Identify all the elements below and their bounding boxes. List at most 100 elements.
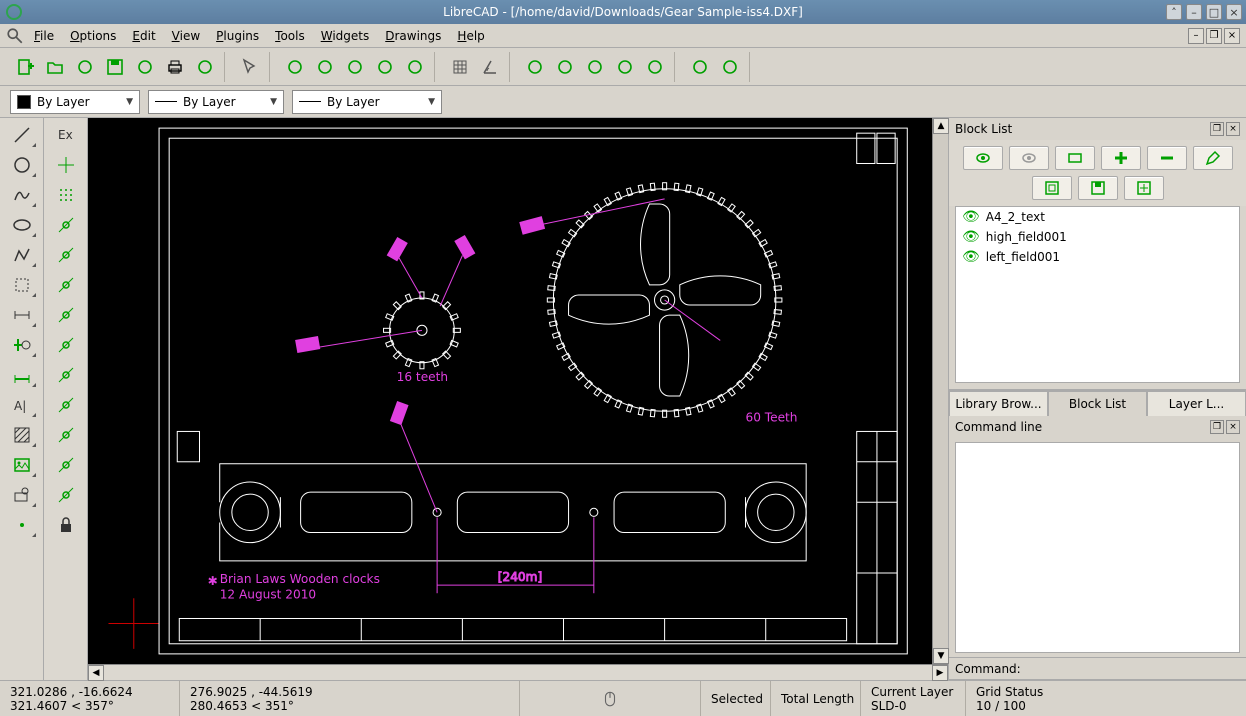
save-button[interactable] <box>102 54 128 80</box>
menu-help[interactable]: Help <box>449 27 492 45</box>
block-item[interactable]: 👁high_field001 <box>956 227 1239 247</box>
mdi-minimize-button[interactable]: – <box>1188 28 1204 44</box>
select-tool[interactable] <box>7 272 37 298</box>
snap-distance-button[interactable] <box>51 332 81 358</box>
break-button[interactable] <box>612 54 638 80</box>
dimension-tool[interactable] <box>7 302 37 328</box>
print-button[interactable] <box>162 54 188 80</box>
undo-button[interactable] <box>522 54 548 80</box>
join-button[interactable] <box>642 54 668 80</box>
pointer-button[interactable] <box>237 54 263 80</box>
text-tool[interactable]: A| <box>7 392 37 418</box>
snap-middle-button[interactable] <box>51 302 81 328</box>
snap-endpoint-button[interactable] <box>51 212 81 238</box>
zoom-extents-button[interactable] <box>342 54 368 80</box>
panel-close-button[interactable]: × <box>1226 420 1240 434</box>
restrict-nothing-button[interactable] <box>51 392 81 418</box>
scroll-track[interactable] <box>933 134 948 648</box>
mdi-restore-button[interactable]: ❐ <box>1206 28 1222 44</box>
redo-button[interactable] <box>552 54 578 80</box>
scroll-up-button[interactable]: ▲ <box>933 118 949 134</box>
menu-view[interactable]: View <box>164 27 208 45</box>
snap-intersection-button[interactable] <box>51 362 81 388</box>
block-tool[interactable] <box>7 482 37 508</box>
block-save-button[interactable] <box>1078 176 1118 200</box>
scroll-left-button[interactable]: ◀ <box>88 665 104 681</box>
command-input[interactable] <box>1025 662 1240 676</box>
drawing-canvas[interactable]: 60 Teeth 16 teeth <box>88 118 948 664</box>
menu-widgets[interactable]: Widgets <box>313 27 378 45</box>
block-hide-all-button[interactable] <box>1009 146 1049 170</box>
block-edit-button[interactable] <box>1193 146 1233 170</box>
grid-button[interactable] <box>447 54 473 80</box>
zoom-redraw-button[interactable] <box>402 54 428 80</box>
image-tool[interactable] <box>7 452 37 478</box>
block-layout-button[interactable] <box>1032 176 1072 200</box>
hatch-tool[interactable] <box>7 422 37 448</box>
ortho-button[interactable] <box>477 54 503 80</box>
command-log[interactable] <box>955 442 1240 653</box>
window-close-button[interactable]: × <box>1226 4 1242 20</box>
lock-button[interactable] <box>51 512 81 538</box>
measure-button[interactable] <box>687 54 713 80</box>
menu-file[interactable]: File <box>26 27 62 45</box>
block-item[interactable]: 👁left_field001 <box>956 247 1239 267</box>
tab-layer-list[interactable]: Layer L... <box>1147 391 1246 416</box>
block-remove-button[interactable] <box>1147 146 1187 170</box>
linewidth-combo[interactable]: By Layer ▼ <box>148 90 284 114</box>
window-minimize-button[interactable]: – <box>1186 4 1202 20</box>
block-show-all-button[interactable] <box>963 146 1003 170</box>
curve-tool[interactable] <box>7 182 37 208</box>
restrict-horizontal-button[interactable] <box>51 422 81 448</box>
new-button[interactable] <box>12 54 38 80</box>
snap-grid-button[interactable] <box>51 182 81 208</box>
vertical-scrollbar[interactable]: ▲ ▼ <box>932 118 948 664</box>
snap-free-button[interactable] <box>51 152 81 178</box>
block-create-button[interactable] <box>1055 146 1095 170</box>
move-button[interactable] <box>582 54 608 80</box>
window-maximize-button[interactable]: □ <box>1206 4 1222 20</box>
point-tool[interactable] <box>7 512 37 538</box>
panel-close-button[interactable]: × <box>1226 122 1240 136</box>
snap-center-button[interactable] <box>51 272 81 298</box>
circle-tool[interactable] <box>7 152 37 178</box>
recent-button[interactable] <box>72 54 98 80</box>
menu-edit[interactable]: Edit <box>124 27 163 45</box>
panel-undock-button[interactable]: ❐ <box>1210 420 1224 434</box>
line-tool[interactable] <box>7 122 37 148</box>
zoom-prev-button[interactable] <box>372 54 398 80</box>
menu-options[interactable]: Options <box>62 27 124 45</box>
color-combo[interactable]: By Layer ▼ <box>10 90 140 114</box>
polyline-tool[interactable] <box>7 242 37 268</box>
sync-button[interactable] <box>717 54 743 80</box>
block-list[interactable]: 👁A4_2_text👁high_field001👁left_field001 <box>955 206 1240 383</box>
linetype-combo[interactable]: By Layer ▼ <box>292 90 442 114</box>
menu-drawings[interactable]: Drawings <box>377 27 449 45</box>
relative-zero-button[interactable] <box>51 482 81 508</box>
block-insert-button[interactable] <box>1124 176 1164 200</box>
saveas-button[interactable] <box>132 54 158 80</box>
scroll-right-button[interactable]: ▶ <box>932 665 948 681</box>
block-add-button[interactable] <box>1101 146 1141 170</box>
menu-search-icon[interactable] <box>6 27 24 45</box>
horizontal-scrollbar[interactable]: ◀ ▶ <box>88 664 948 680</box>
open-button[interactable] <box>42 54 68 80</box>
scroll-down-button[interactable]: ▼ <box>933 648 949 664</box>
panel-undock-button[interactable]: ❐ <box>1210 122 1224 136</box>
menu-plugins[interactable]: Plugins <box>208 27 267 45</box>
printpreview-button[interactable] <box>192 54 218 80</box>
ellipse-tool[interactable] <box>7 212 37 238</box>
zoom-pan-button[interactable] <box>312 54 338 80</box>
exclusive-button[interactable]: Ex <box>51 122 81 148</box>
menu-tools[interactable]: Tools <box>267 27 313 45</box>
restrict-vertical-button[interactable] <box>51 452 81 478</box>
window-minimize2-button[interactable]: ˄ <box>1166 4 1182 20</box>
measure-tool[interactable] <box>7 362 37 388</box>
tab-block-list[interactable]: Block List <box>1048 391 1147 416</box>
mdi-close-button[interactable]: × <box>1224 28 1240 44</box>
modify-tool[interactable] <box>7 332 37 358</box>
block-item[interactable]: 👁A4_2_text <box>956 207 1239 227</box>
zoom-window-button[interactable] <box>282 54 308 80</box>
tab-library-browser[interactable]: Library Brow... <box>949 391 1048 416</box>
snap-on-entity-button[interactable] <box>51 242 81 268</box>
